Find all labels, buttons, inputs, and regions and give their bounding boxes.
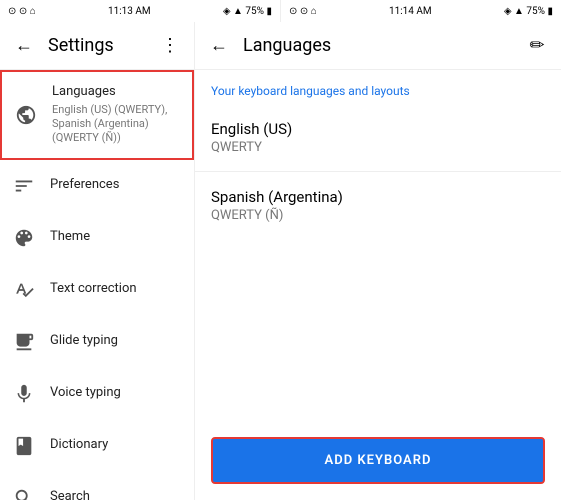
text-correction-text: Text correction [50,281,184,298]
voice-typing-icon [10,380,38,408]
settings-item-dictionary[interactable]: Dictionary [0,420,194,472]
dictionary-text: Dictionary [50,437,184,454]
right-status-time: 11:14 AM [389,6,432,17]
settings-item-search[interactable]: Search [0,472,194,500]
search-text: Search [50,489,184,500]
add-keyboard-container: ADD KEYBOARD [195,425,561,500]
languages-icon [12,101,40,129]
languages-note: Your keyboard languages and layouts [195,70,561,108]
search-icon [10,484,38,500]
right-status-left-icons: ⊙ ⊙ ⌂ [289,6,317,17]
theme-text: Theme [50,229,184,246]
right-status-bar: ⊙ ⊙ ⌂ 11:14 AM ◈ ▲ 75% ▮ [281,0,561,22]
right-status-right-icons: ◈ ▲ 75% ▮ [504,6,553,17]
left-status-time: 11:13 AM [108,6,151,17]
settings-panel: ← Settings ⋮ Languages English (US) (QWE… [0,22,195,500]
dictionary-icon [10,432,38,460]
left-status-bar: ⊙ ⊙ ⌂ 11:13 AM ◈ ▲ 75% ▮ [0,0,281,22]
theme-label: Theme [50,229,184,246]
settings-title: Settings [40,35,154,56]
spanish-name: Spanish (Argentina) [211,188,545,206]
languages-text: Languages English (US) (QWERTY), Spanish… [52,84,182,146]
language-divider [195,171,561,172]
settings-item-preferences[interactable]: Preferences [0,160,194,212]
language-entry-spanish[interactable]: Spanish (Argentina) QWERTY (Ñ) [195,176,561,235]
glide-typing-label: Glide typing [50,333,184,350]
language-entry-english[interactable]: English (US) QWERTY [195,108,561,167]
english-layout: QWERTY [211,140,545,155]
languages-panel: ← Languages ✏ Your keyboard languages an… [195,22,561,500]
left-status-right-icons: ◈ ▲ 75% ▮ [223,6,272,17]
languages-back-button[interactable]: ← [203,30,235,62]
settings-item-languages[interactable]: Languages English (US) (QWERTY), Spanish… [0,70,194,160]
languages-title: Languages [235,35,521,56]
main-panels: ← Settings ⋮ Languages English (US) (QWE… [0,22,561,500]
languages-label: Languages [52,84,182,101]
text-correction-label: Text correction [50,281,184,298]
voice-typing-label: Voice typing [50,385,184,402]
languages-content: Your keyboard languages and layouts Engl… [195,70,561,425]
edit-button[interactable]: ✏ [521,30,553,62]
spanish-layout: QWERTY (Ñ) [211,208,545,223]
search-label: Search [50,489,184,500]
preferences-label: Preferences [50,177,184,194]
text-correction-icon [10,276,38,304]
dictionary-label: Dictionary [50,437,184,454]
status-bars: ⊙ ⊙ ⌂ 11:13 AM ◈ ▲ 75% ▮ ⊙ ⊙ ⌂ 11:14 AM … [0,0,561,22]
left-status-left-icons: ⊙ ⊙ ⌂ [8,6,36,17]
theme-icon [10,224,38,252]
preferences-icon [10,172,38,200]
settings-item-text-correction[interactable]: Text correction [0,264,194,316]
settings-item-voice-typing[interactable]: Voice typing [0,368,194,420]
glide-typing-text: Glide typing [50,333,184,350]
back-button[interactable]: ← [8,30,40,62]
more-button[interactable]: ⋮ [154,30,186,62]
settings-header: ← Settings ⋮ [0,22,194,70]
settings-item-theme[interactable]: Theme [0,212,194,264]
preferences-text: Preferences [50,177,184,194]
languages-sublabel: English (US) (QWERTY), Spanish (Argentin… [52,103,182,146]
languages-header: ← Languages ✏ [195,22,561,70]
settings-list: Languages English (US) (QWERTY), Spanish… [0,70,194,500]
voice-typing-text: Voice typing [50,385,184,402]
settings-item-glide-typing[interactable]: Glide typing [0,316,194,368]
add-keyboard-button[interactable]: ADD KEYBOARD [211,437,545,484]
glide-typing-icon [10,328,38,356]
english-name: English (US) [211,120,545,138]
